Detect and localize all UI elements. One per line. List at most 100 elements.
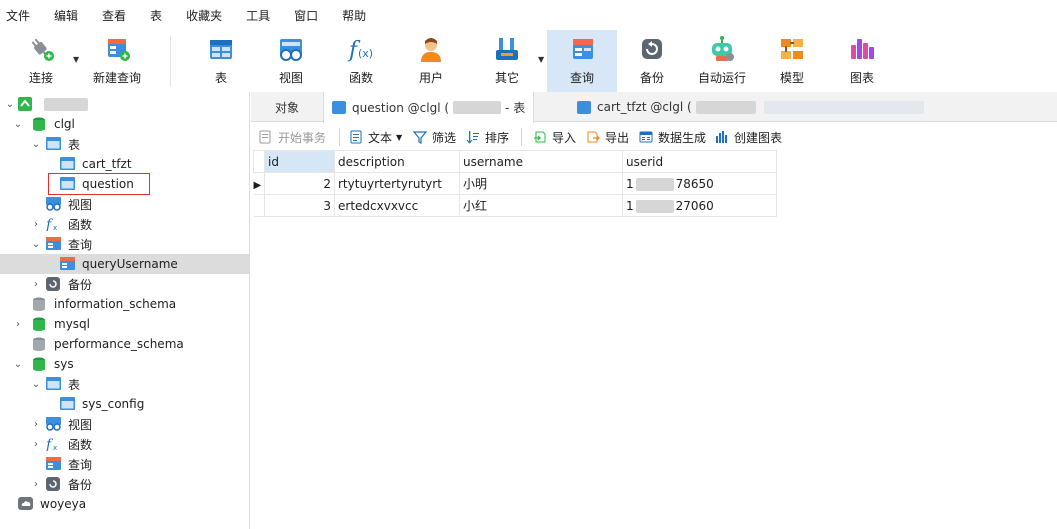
- tree-label: performance_schema: [54, 337, 184, 351]
- table-icon: [60, 177, 76, 191]
- chevron-right-icon[interactable]: ›: [30, 439, 42, 450]
- tree-sys-views[interactable]: › 视图: [30, 414, 92, 434]
- menu-favorites[interactable]: 收藏夹: [186, 7, 222, 24]
- tree-db-sys[interactable]: ⌄ sys: [14, 354, 74, 374]
- menu-tools[interactable]: 工具: [246, 7, 270, 24]
- cell-id[interactable]: 3: [264, 194, 335, 217]
- backup-button[interactable]: 备份: [631, 30, 673, 92]
- filter-label: 筛选: [432, 130, 457, 145]
- other-dropdown-icon[interactable]: ▼: [538, 55, 544, 64]
- table-button[interactable]: 表: [200, 30, 242, 92]
- data-grid: id description username userid ▶ 2 rtytu…: [253, 150, 777, 217]
- menu-view[interactable]: 查看: [102, 7, 126, 24]
- cell-userid[interactable]: 1 27060: [622, 194, 777, 217]
- tree-table-question[interactable]: question: [60, 174, 134, 194]
- tree-queries[interactable]: ⌄ 查询: [30, 234, 92, 254]
- tree-sys-tables[interactable]: ⌄ 表: [30, 374, 80, 394]
- tree-label: cart_tfzt: [82, 157, 132, 171]
- model-button[interactable]: 模型: [771, 30, 813, 92]
- menu-window[interactable]: 窗口: [294, 7, 318, 24]
- chevron-down-icon[interactable]: ⌄: [12, 119, 24, 130]
- menu-file[interactable]: 文件: [6, 7, 30, 24]
- chevron-right-icon[interactable]: ›: [30, 479, 42, 490]
- column-header-userid[interactable]: userid: [622, 150, 777, 173]
- query-icon: [46, 237, 62, 251]
- tab-cart-tfzt[interactable]: cart_tfzt @clgl (: [569, 92, 936, 122]
- chevron-down-icon[interactable]: ⌄: [30, 239, 42, 250]
- tree-backup[interactable]: › 备份: [30, 274, 92, 294]
- chevron-down-icon[interactable]: ⌄: [12, 359, 24, 370]
- cell-username[interactable]: 小红: [459, 194, 623, 217]
- view-button[interactable]: 视图: [270, 30, 312, 92]
- tree-table-cart-tfzt[interactable]: cart_tfzt: [60, 154, 132, 174]
- tree-db-performance-schema[interactable]: performance_schema: [32, 334, 184, 354]
- chevron-right-icon[interactable]: ›: [30, 219, 42, 230]
- toolbar-separator: [170, 36, 171, 86]
- tab-bar: 对象 question @clgl ( - 表 cart_tfzt @clgl …: [251, 92, 1057, 123]
- menu-table[interactable]: 表: [150, 7, 162, 24]
- tree-sys-queries[interactable]: 查询: [46, 454, 92, 474]
- filter-button[interactable]: 筛选: [412, 128, 457, 146]
- tree-tables-folder[interactable]: ⌄ 表: [30, 134, 80, 154]
- tree-connection[interactable]: ⌄: [4, 94, 92, 114]
- sort-button[interactable]: 排序: [466, 128, 509, 146]
- data-generation-icon: [639, 130, 653, 144]
- cell-userid[interactable]: 1 78650: [622, 172, 777, 195]
- tree-functions[interactable]: › fx 函数: [30, 214, 92, 234]
- chart-button[interactable]: 图表: [841, 30, 883, 92]
- database-icon: [32, 297, 48, 311]
- begin-transaction-button[interactable]: 开始事务: [259, 128, 326, 146]
- column-header-username[interactable]: username: [459, 150, 623, 173]
- import-button[interactable]: 导入: [533, 128, 576, 146]
- chevron-down-icon[interactable]: ⌄: [30, 139, 42, 150]
- tree-connection-woyeya[interactable]: woyeya: [18, 494, 86, 514]
- tree-sys-backup[interactable]: › 备份: [30, 474, 92, 494]
- menu-edit[interactable]: 编辑: [54, 7, 78, 24]
- chevron-right-icon[interactable]: ›: [12, 319, 24, 330]
- menu-help[interactable]: 帮助: [342, 7, 366, 24]
- function-button[interactable]: f (x) 函数: [340, 30, 382, 92]
- table-row[interactable]: 3 ertedcxvxvcc 小红 1 27060: [253, 194, 777, 217]
- svg-text:x: x: [53, 444, 57, 451]
- chevron-down-icon[interactable]: ⌄: [30, 379, 42, 390]
- connect-button[interactable]: 连接: [14, 30, 68, 92]
- other-button[interactable]: 其它: [486, 30, 528, 92]
- tree-query-username[interactable]: queryUsername: [60, 254, 178, 274]
- cell-description[interactable]: ertedcxvxvcc: [334, 194, 460, 217]
- new-query-label: 新建查询: [92, 71, 141, 85]
- tree-sys-functions[interactable]: › fx 函数: [30, 434, 92, 454]
- data-generation-button[interactable]: 数据生成: [639, 128, 706, 146]
- table-row[interactable]: ▶ 2 rtytuyrtertyrutyrt 小明 1 78650: [253, 172, 777, 195]
- tools-icon: [493, 35, 521, 63]
- connection-icon: [18, 97, 34, 111]
- chevron-right-icon[interactable]: ›: [30, 279, 42, 290]
- chevron-down-icon[interactable]: ⌄: [4, 99, 16, 110]
- user-button[interactable]: 用户: [410, 30, 452, 92]
- tree-db-information-schema[interactable]: information_schema: [32, 294, 176, 314]
- table-icon: [60, 397, 76, 411]
- column-header-description[interactable]: description: [334, 150, 460, 173]
- tree-label: information_schema: [54, 297, 177, 311]
- cell-id[interactable]: 2: [264, 172, 335, 195]
- tree-label: 视图: [68, 197, 93, 212]
- text-view-button[interactable]: 文本 ▼: [349, 128, 402, 146]
- tree-table-sys-config[interactable]: sys_config: [60, 394, 144, 414]
- tree-views[interactable]: 视图: [46, 194, 92, 214]
- plug-icon: [27, 35, 55, 63]
- auto-run-button[interactable]: 自动运行: [694, 30, 750, 92]
- cell-username[interactable]: 小明: [459, 172, 623, 195]
- query-label: 查询: [569, 71, 594, 85]
- export-button[interactable]: 导出: [586, 128, 629, 146]
- chevron-right-icon[interactable]: ›: [30, 419, 42, 430]
- tree-db-clgl[interactable]: ⌄ clgl: [14, 114, 75, 134]
- navigation-tree: ⌄ ⌄ clgl ⌄ 表 cart_tfzt question 视图 › fx …: [0, 92, 250, 529]
- connect-dropdown-icon[interactable]: ▼: [73, 55, 79, 64]
- tree-db-mysql[interactable]: › mysql: [16, 314, 90, 334]
- column-header-id[interactable]: id: [264, 150, 335, 173]
- cell-description[interactable]: rtytuyrtertyrutyrt: [334, 172, 460, 195]
- new-query-button[interactable]: 新建查询: [88, 30, 146, 92]
- tab-objects[interactable]: 对象: [267, 92, 307, 122]
- create-chart-button[interactable]: 创建图表: [715, 128, 782, 146]
- tab-question[interactable]: question @clgl ( - 表: [323, 92, 535, 123]
- query-button[interactable]: 查询: [547, 30, 617, 92]
